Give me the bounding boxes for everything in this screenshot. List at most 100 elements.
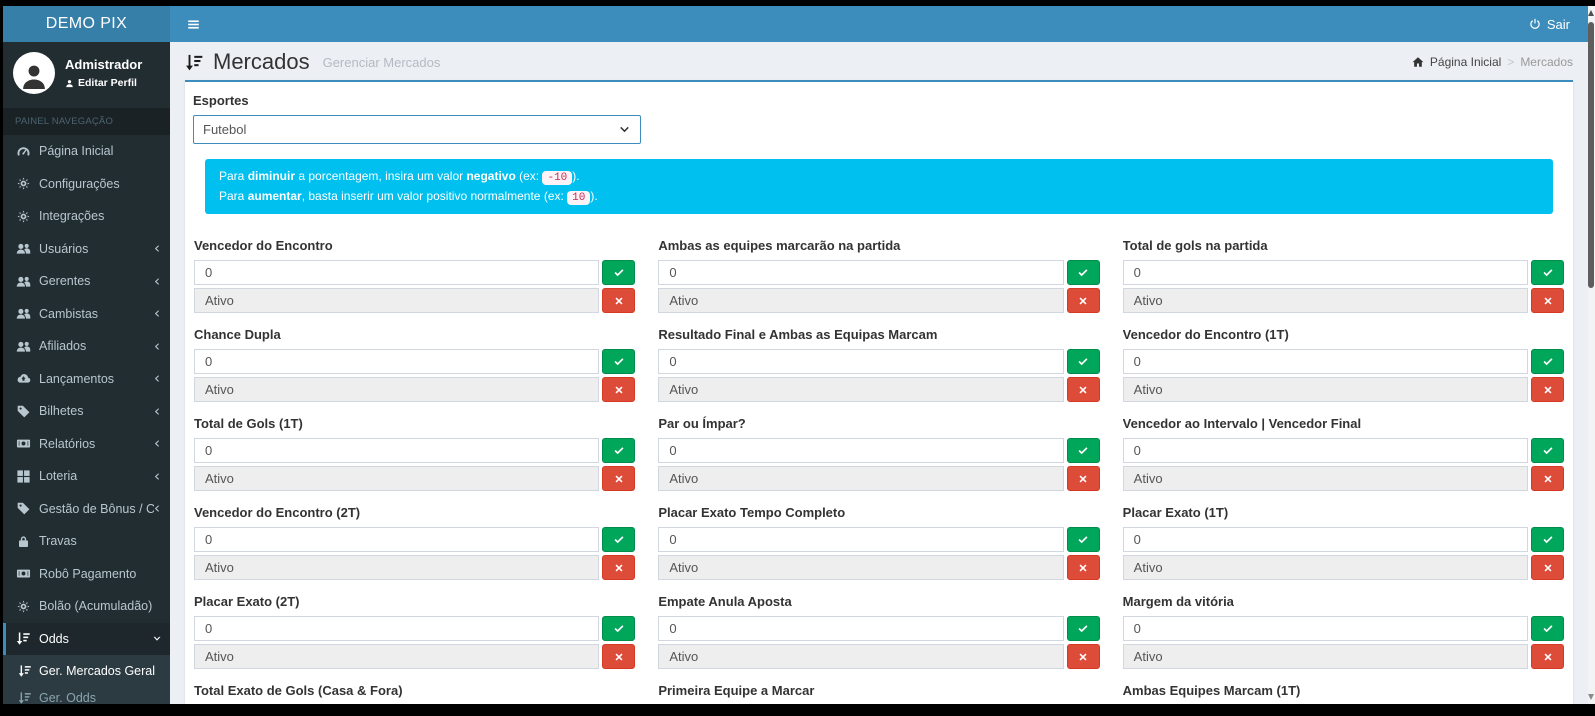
market-value-row [658, 260, 1099, 285]
market-save-button[interactable] [1067, 527, 1100, 552]
sidebar-item-pagina-inicial[interactable]: Página Inicial [3, 135, 170, 168]
market-label: Placar Exato Tempo Completo [658, 505, 1099, 520]
sidebar-item-robo-pagamento[interactable]: Robô Pagamento [3, 558, 170, 591]
sidebar-item-label: Gestão de Bônus / Cupom [39, 502, 154, 516]
sidebar-item-usuarios[interactable]: Usuários‹ [3, 233, 170, 266]
market-block: Total de Gols (1T)Ativo [194, 416, 635, 494]
sidebar-item-gerentes[interactable]: Gerentes‹ [3, 265, 170, 298]
market-save-button[interactable] [602, 527, 635, 552]
market-status-field: Ativo [1123, 644, 1528, 669]
market-disable-button[interactable] [1531, 288, 1564, 313]
market-save-button[interactable] [1531, 527, 1564, 552]
markets-panel: Esportes Futebol Para diminuir a porcent… [185, 80, 1573, 704]
market-value-input[interactable] [1123, 349, 1528, 374]
market-save-button[interactable] [1531, 349, 1564, 374]
market-disable-button[interactable] [1067, 466, 1100, 491]
market-value-input[interactable] [658, 438, 1063, 463]
x-icon [613, 473, 625, 485]
market-disable-button[interactable] [1067, 377, 1100, 402]
sidebar-item-odds[interactable]: Odds‹ [3, 623, 170, 656]
market-status-field: Ativo [194, 555, 599, 580]
market-value-row [1123, 438, 1564, 463]
market-save-button[interactable] [1531, 438, 1564, 463]
market-value-input[interactable] [658, 527, 1063, 552]
sidebar-subitem-label: Ger. Mercados Geral [39, 664, 155, 678]
market-disable-button[interactable] [1067, 644, 1100, 669]
market-save-button[interactable] [602, 616, 635, 641]
market-save-button[interactable] [1531, 260, 1564, 285]
market-value-input[interactable] [1123, 260, 1528, 285]
market-disable-button[interactable] [1067, 288, 1100, 313]
market-block: Vencedor ao Intervalo | Vencedor FinalAt… [1123, 416, 1564, 494]
brand-logo[interactable]: DEMO PIX [3, 6, 170, 42]
market-value-input[interactable] [1123, 616, 1528, 641]
user-name: Admistrador [65, 57, 142, 72]
edit-profile-link[interactable]: Editar Perfil [65, 77, 142, 89]
sidebar-subitem-label: Ger. Odds [39, 691, 96, 705]
x-icon [613, 384, 625, 396]
market-save-button[interactable] [602, 438, 635, 463]
market-save-button[interactable] [1067, 349, 1100, 374]
sidebar-subitem-ger-odds[interactable]: Ger. Odds [3, 684, 170, 704]
scroll-down-arrow[interactable] [1588, 694, 1594, 700]
market-status-row: Ativo [194, 555, 635, 580]
market-label: Total de gols na partida [1123, 238, 1564, 253]
market-value-row [1123, 527, 1564, 552]
market-value-input[interactable] [1123, 438, 1528, 463]
x-icon [1542, 562, 1554, 574]
browser-scrollbar[interactable] [1588, 6, 1595, 704]
alert-line-2: Para aumentar, basta inserir um valor po… [219, 187, 1539, 207]
sort-icon [16, 631, 31, 646]
market-value-input[interactable] [658, 260, 1063, 285]
sidebar-item-gestao-de-bonus-cupom[interactable]: Gestão de Bônus / Cupom‹ [3, 493, 170, 526]
sidebar-item-bilhetes[interactable]: Bilhetes‹ [3, 395, 170, 428]
market-save-button[interactable] [602, 349, 635, 374]
market-value-input[interactable] [658, 616, 1063, 641]
market-save-button[interactable] [1531, 616, 1564, 641]
scrollbar-thumb[interactable] [1588, 22, 1594, 288]
market-disable-button[interactable] [602, 377, 635, 402]
scroll-up-arrow[interactable] [1588, 10, 1594, 16]
sidebar-item-bolao-acumuladao[interactable]: Bolão (Acumuladão) [3, 590, 170, 623]
sidebar-toggle-button[interactable] [170, 6, 216, 42]
sidebar-item-afiliados[interactable]: Afiliados‹ [3, 330, 170, 363]
sidebar-item-loteria[interactable]: Loteria‹ [3, 460, 170, 493]
market-value-input[interactable] [194, 527, 599, 552]
market-disable-button[interactable] [1531, 555, 1564, 580]
market-disable-button[interactable] [1067, 555, 1100, 580]
market-value-input[interactable] [194, 438, 599, 463]
market-block: Placar Exato (1T)Ativo [1123, 505, 1564, 583]
market-value-input[interactable] [194, 260, 599, 285]
market-disable-button[interactable] [602, 466, 635, 491]
market-disable-button[interactable] [602, 644, 635, 669]
sidebar-item-travas[interactable]: Travas [3, 525, 170, 558]
market-save-button[interactable] [602, 260, 635, 285]
market-save-button[interactable] [1067, 616, 1100, 641]
sidebar-item-integracoes[interactable]: Integrações [3, 200, 170, 233]
sidebar-item-configuracoes[interactable]: Configurações [3, 168, 170, 201]
market-value-input[interactable] [194, 349, 599, 374]
sidebar-item-cambistas[interactable]: Cambistas‹ [3, 298, 170, 331]
user-panel: Admistrador Editar Perfil [3, 42, 170, 106]
market-save-button[interactable] [1067, 260, 1100, 285]
market-disable-button[interactable] [1531, 466, 1564, 491]
market-disable-button[interactable] [602, 288, 635, 313]
market-save-button[interactable] [1067, 438, 1100, 463]
market-disable-button[interactable] [602, 555, 635, 580]
breadcrumb-separator: > [1507, 55, 1514, 69]
logout-button[interactable]: Sair [1529, 17, 1570, 32]
market-value-input[interactable] [1123, 527, 1528, 552]
market-value-input[interactable] [194, 616, 599, 641]
market-block: Primeira Equipe a MarcarAtivo [658, 683, 1099, 704]
sidebar-item-lancamentos[interactable]: Lançamentos‹ [3, 363, 170, 396]
sidebar-item-relatorios[interactable]: Relatórios‹ [3, 428, 170, 461]
check-icon [1542, 534, 1554, 546]
sidebar-subitem-ger-mercados-geral[interactable]: Ger. Mercados Geral [3, 657, 170, 684]
sports-select[interactable]: Futebol [193, 115, 641, 144]
home-icon [1412, 56, 1424, 68]
chevron-left-icon: ‹ [154, 339, 160, 354]
market-disable-button[interactable] [1531, 644, 1564, 669]
market-disable-button[interactable] [1531, 377, 1564, 402]
market-value-input[interactable] [658, 349, 1063, 374]
breadcrumb-home-link[interactable]: Página Inicial [1430, 55, 1501, 69]
